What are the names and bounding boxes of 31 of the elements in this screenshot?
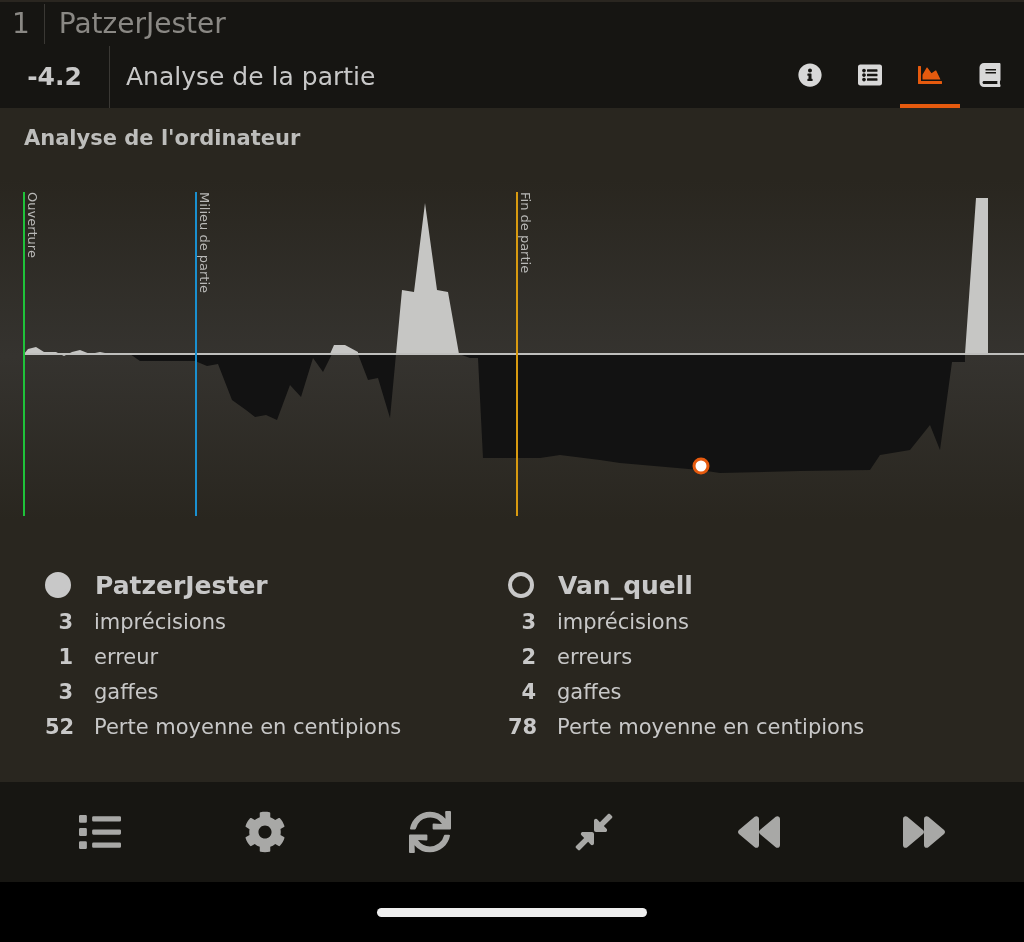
panel-title: Analyse de la partie bbox=[125, 62, 377, 91]
current-move-dot bbox=[692, 457, 710, 475]
phase-label: Ouverture bbox=[27, 192, 40, 258]
stat-label: gaffes bbox=[557, 679, 622, 704]
phase-label: Milieu de partie bbox=[199, 192, 212, 294]
stat-count: 1 bbox=[57, 644, 73, 669]
stat-label: Perte moyenne en centipions bbox=[557, 714, 865, 739]
stat-count: 2 bbox=[520, 644, 536, 669]
player-name: PatzerJester bbox=[95, 570, 268, 600]
stat-label: imprécisions bbox=[557, 609, 689, 634]
stat-label: erreur bbox=[94, 644, 159, 669]
stat-count: 3 bbox=[57, 679, 73, 704]
player-name: PatzerJester bbox=[57, 7, 226, 40]
list-icon bbox=[858, 62, 882, 87]
move-number: 1 bbox=[0, 3, 45, 44]
stat-label: erreurs bbox=[557, 644, 633, 669]
stat-count: 3 bbox=[57, 609, 73, 634]
section-title: Analyse de l'ordinateur bbox=[23, 125, 302, 152]
info-icon bbox=[798, 62, 822, 87]
book-icon bbox=[978, 62, 1002, 87]
home-indicator[interactable] bbox=[377, 907, 647, 917]
stat-label: gaffes bbox=[94, 679, 159, 704]
stat-count: 52 bbox=[45, 714, 73, 739]
player-name: Van_quell bbox=[558, 570, 693, 600]
phase-label: Fin de partie bbox=[520, 192, 533, 274]
stat-count: 78 bbox=[508, 714, 536, 739]
stat-count: 3 bbox=[520, 609, 536, 634]
stat-label: Perte moyenne en centipions bbox=[94, 714, 402, 739]
evaluation: -4.2 bbox=[0, 45, 110, 108]
stat-label: imprécisions bbox=[94, 609, 226, 634]
stat-count: 4 bbox=[520, 679, 536, 704]
